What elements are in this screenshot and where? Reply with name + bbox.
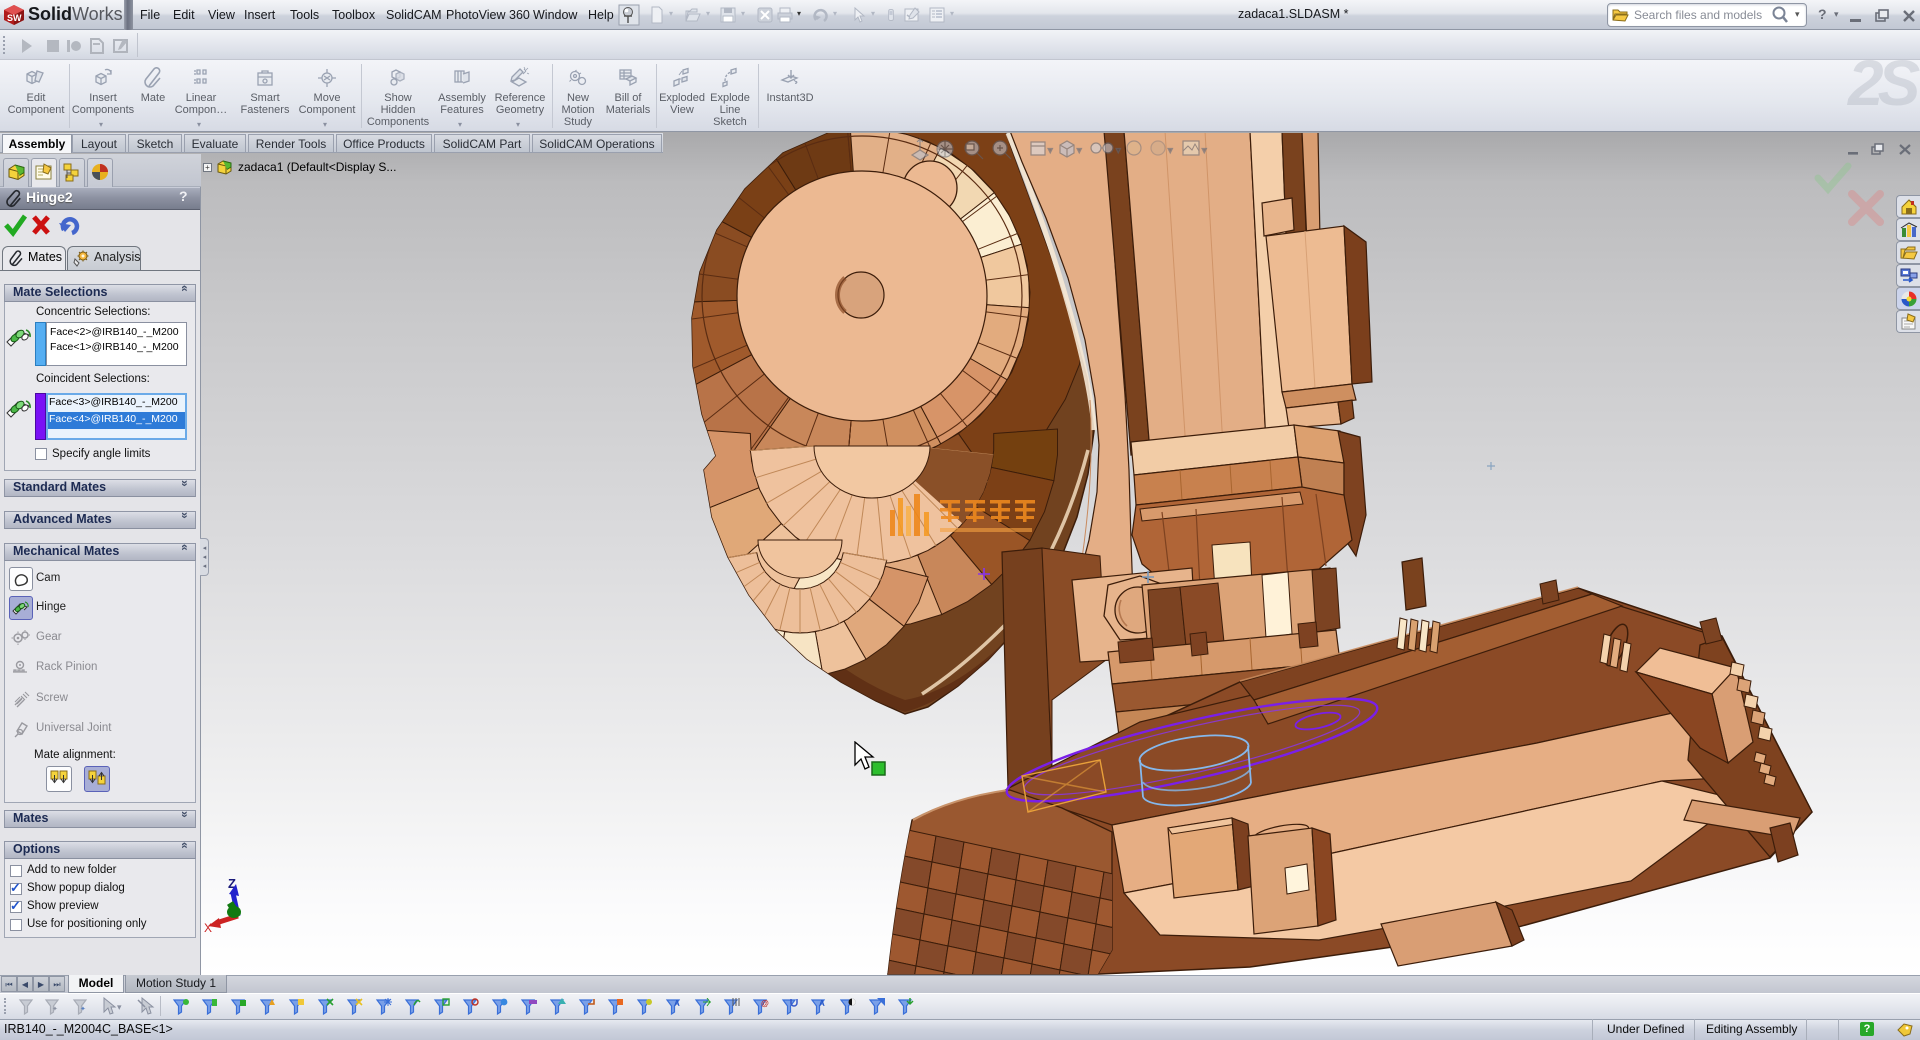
svg-text:▾: ▾ (1048, 145, 1053, 155)
svg-text:@: @ (761, 999, 769, 1008)
svg-text:▾: ▾ (1116, 145, 1121, 155)
svg-text:▾: ▾ (117, 1002, 122, 1012)
svg-text:A: A (674, 999, 680, 1008)
svg-text:▾: ▾ (1202, 145, 1207, 155)
svg-text:▾: ▾ (1077, 145, 1082, 155)
svg-text:X: X (204, 921, 212, 935)
svg-text:SW: SW (7, 13, 22, 23)
svg-text:A: A (819, 999, 825, 1008)
svg-text:▾: ▾ (1168, 145, 1173, 155)
